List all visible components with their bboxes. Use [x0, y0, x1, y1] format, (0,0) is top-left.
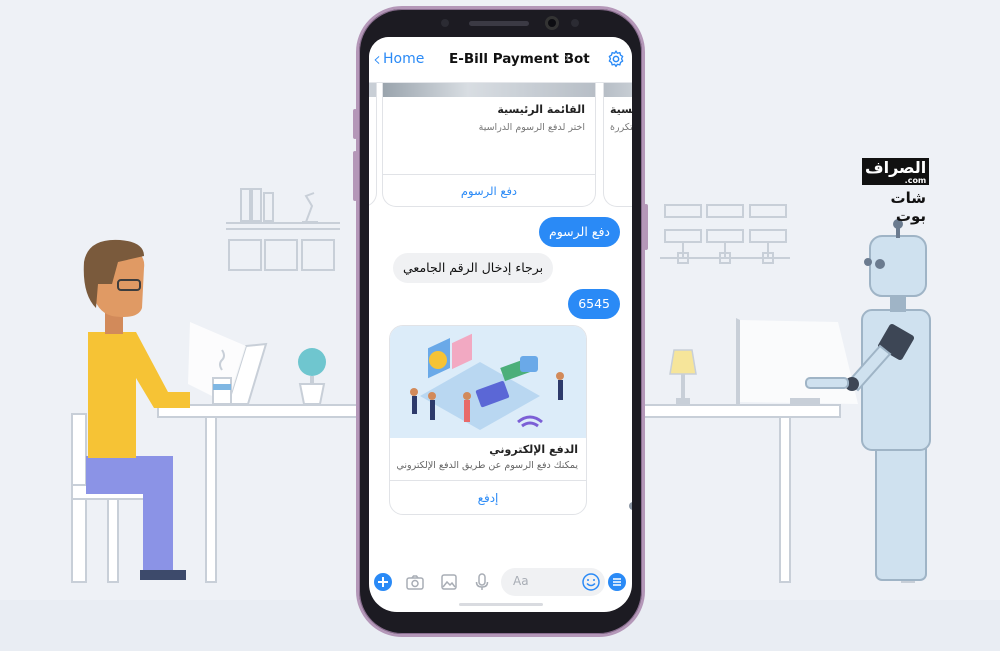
gear-icon[interactable] [606, 49, 626, 69]
messenger-screen: ‹ Home E-Bill Payment Bot › القائمة الرئ… [369, 37, 632, 612]
side-button [644, 204, 648, 250]
user-message: دفع الرسوم [538, 217, 620, 247]
carousel-card-prev[interactable] [369, 83, 377, 207]
image-icon[interactable] [439, 572, 459, 592]
plus-icon[interactable] [373, 572, 393, 592]
emoji-icon[interactable] [581, 572, 601, 592]
card-image [383, 83, 595, 97]
phone-frame: ‹ Home E-Bill Payment Bot › القائمة الرئ… [353, 6, 648, 637]
message-input-placeholder: Aa [513, 574, 529, 588]
card-subtitle: اختر لدفع الرسوم الدراسية [478, 122, 585, 133]
message-input[interactable]: Aa [501, 568, 605, 596]
menu-icon[interactable] [607, 572, 627, 592]
chevron-right-icon[interactable]: › [564, 50, 570, 66]
sensor [571, 19, 579, 27]
message-composer: Aa [369, 565, 632, 599]
pay-fees-button[interactable]: دفع الرسوم [383, 174, 595, 206]
carousel-card-main-menu[interactable]: القائمة الرئيسية اختر لدفع الرسوم الدراس… [382, 83, 596, 207]
right-desk [639, 219, 931, 583]
logo-box: الصراف .com [862, 158, 930, 185]
pay-button[interactable]: إدفع [390, 480, 586, 514]
camera-icon[interactable] [405, 572, 425, 592]
user-message: 6545 [568, 289, 620, 319]
logo-brand: الصراف [865, 158, 927, 177]
chat-header: ‹ Home E-Bill Payment Bot › [369, 37, 632, 83]
card-title: رئيسية [610, 103, 632, 116]
payment-card-subtitle: يمكنك دفع الرسوم عن طريق الدفع الإلكترون… [396, 460, 578, 471]
side-button [353, 151, 357, 201]
back-label: Home [383, 51, 425, 67]
menu-carousel[interactable]: القائمة الرئيسية اختر لدفع الرسوم الدراس… [369, 83, 632, 209]
back-button[interactable]: ‹ Home [373, 47, 425, 71]
card-subtitle: متكررة [610, 122, 632, 133]
card-title: القائمة الرئيسية [497, 103, 585, 116]
brand-logo: الصراف .com شات بوت [862, 158, 930, 225]
server-diagram [660, 204, 790, 264]
logo-subtitle: شات بوت [890, 189, 926, 225]
microphone-icon[interactable] [472, 572, 492, 592]
payment-card-title: الدفع الإلكتروني [489, 443, 578, 456]
side-button [353, 109, 357, 139]
card-image [604, 83, 632, 97]
payment-card[interactable]: الدفع الإلكتروني يمكنك دفع الرسوم عن طري… [389, 325, 587, 515]
shelf-left [226, 188, 340, 271]
speaker-grille [469, 21, 529, 26]
bot-message: برجاء إدخال الرقم الجامعي [393, 253, 554, 283]
chevron-left-icon: ‹ [373, 47, 381, 71]
carousel-card-next[interactable]: رئيسية متكررة [603, 83, 632, 207]
left-desk [71, 239, 359, 583]
front-camera [545, 16, 559, 30]
bot-avatar [629, 502, 632, 510]
home-indicator [459, 603, 543, 606]
sensor [441, 19, 449, 27]
logo-domain: .com [904, 176, 927, 185]
card-image [369, 83, 376, 97]
payment-illustration [390, 326, 586, 438]
